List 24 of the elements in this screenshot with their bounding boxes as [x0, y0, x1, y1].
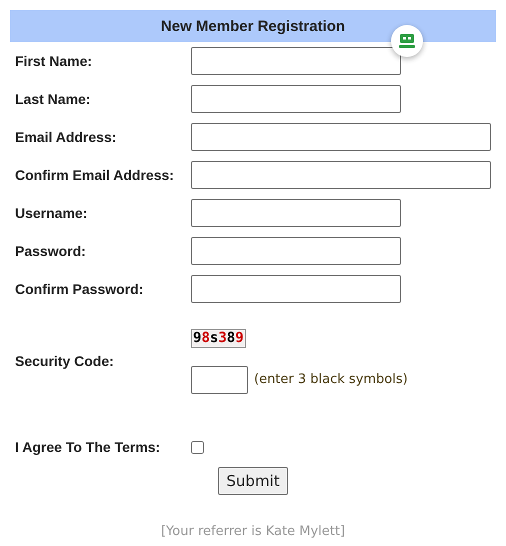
terms-checkbox[interactable]	[191, 440, 204, 454]
field-label: Last Name:	[15, 91, 92, 107]
robot-icon	[399, 34, 415, 48]
captcha-image: 98s389	[191, 328, 246, 348]
field-label: First Name:	[15, 53, 94, 69]
input-field[interactable]	[191, 123, 491, 151]
submit-button[interactable]: Submit	[218, 467, 288, 495]
input-field[interactable]	[191, 47, 401, 75]
input-field[interactable]	[191, 237, 401, 265]
input-field[interactable]	[191, 275, 401, 303]
field-label: Email Address:	[15, 129, 118, 145]
field-label: I Agree To The Terms:	[15, 439, 162, 455]
field-label: Confirm Email Address:	[15, 167, 175, 183]
referrer-text: [Your referrer is Kate Mylett]	[160, 524, 346, 539]
hint-text: (enter 3 black symbols)	[254, 372, 408, 387]
field-label: Password:	[15, 243, 87, 259]
input-field[interactable]	[191, 366, 248, 394]
input-field[interactable]	[191, 85, 401, 113]
field-label: Username:	[15, 205, 88, 221]
form-title: New Member Registration	[160, 18, 346, 34]
field-label: Confirm Password:	[15, 281, 144, 297]
input-field[interactable]	[191, 199, 401, 227]
field-label: Security Code:	[15, 353, 115, 369]
input-field[interactable]	[191, 161, 491, 189]
